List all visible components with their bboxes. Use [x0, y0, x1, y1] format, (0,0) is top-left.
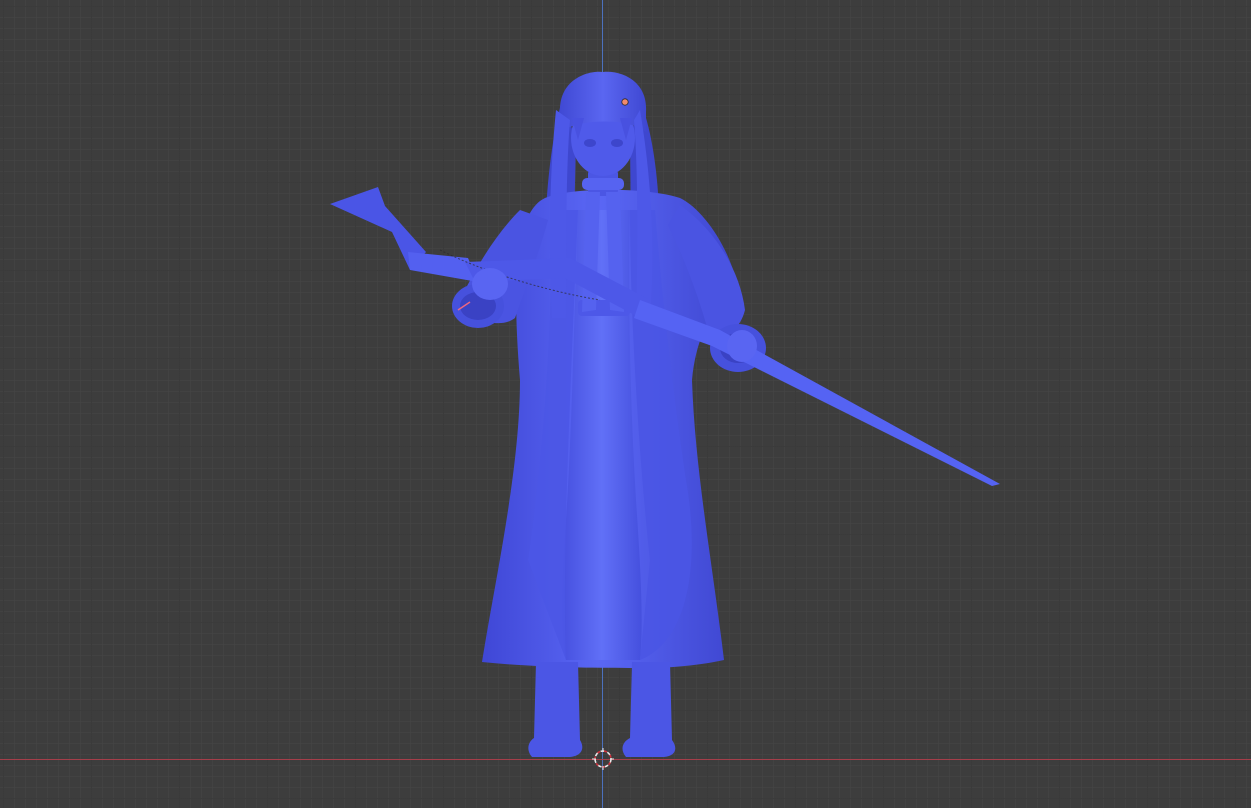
model-figure[interactable] — [0, 0, 1251, 808]
boots — [528, 662, 676, 757]
3d-cursor-icon[interactable] — [592, 748, 614, 770]
3d-viewport[interactable] — [0, 0, 1251, 808]
origin-marker[interactable] — [621, 98, 629, 106]
